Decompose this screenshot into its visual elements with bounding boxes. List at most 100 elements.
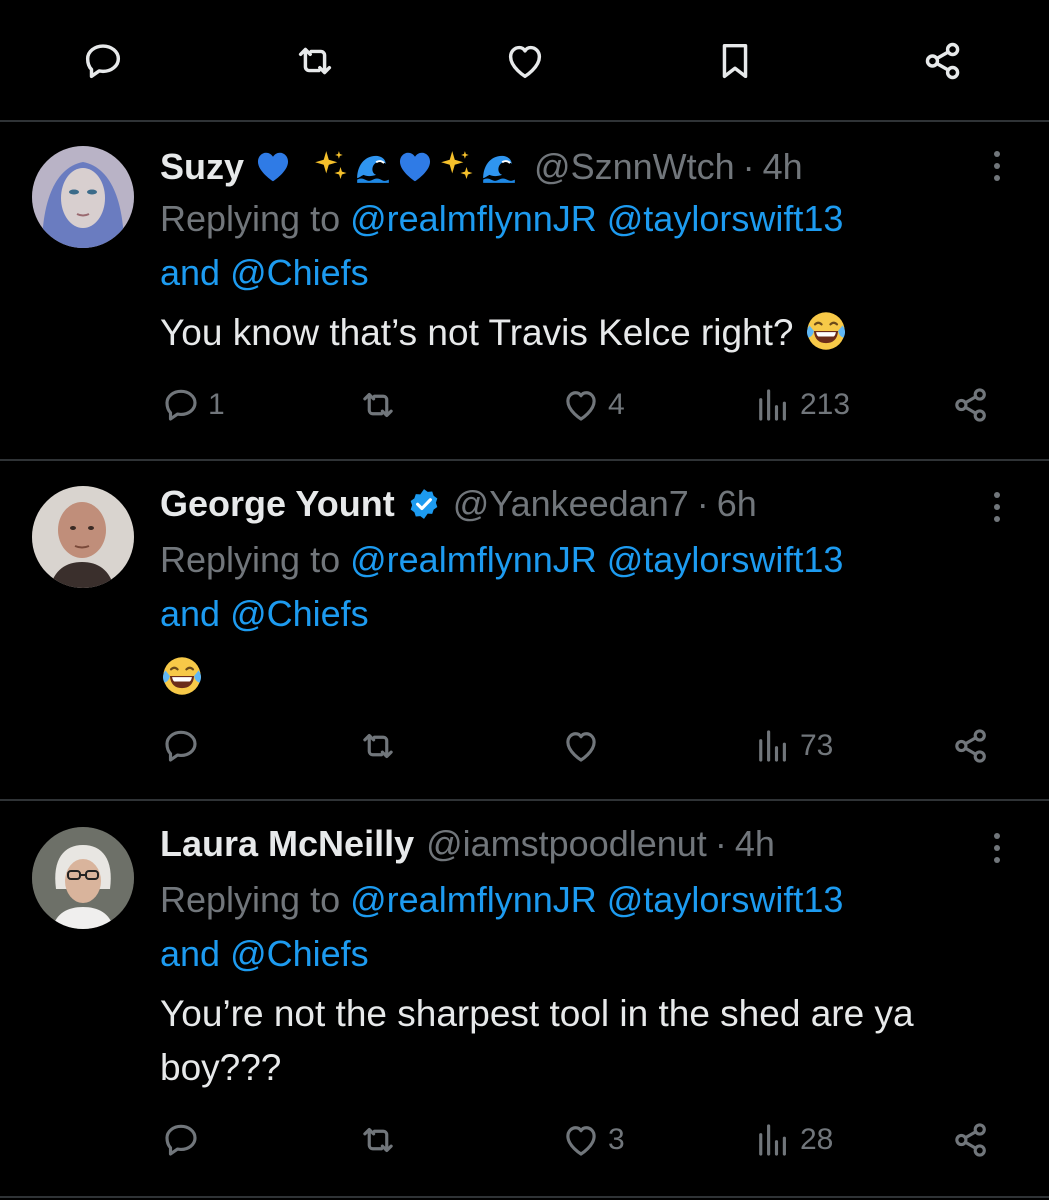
share-icon — [950, 384, 992, 426]
like-button[interactable]: 3 — [560, 1119, 625, 1161]
mention-link[interactable]: @realmflynnJR — [350, 879, 597, 920]
sparkles-icon — [438, 148, 476, 186]
reply-icon — [160, 384, 202, 426]
avatar[interactable] — [32, 827, 134, 929]
blue-heart-icon — [396, 148, 434, 186]
reply-button[interactable] — [160, 725, 202, 767]
bookmark-icon[interactable] — [710, 38, 760, 84]
views-button[interactable]: 28 — [752, 1119, 833, 1161]
tweet-header: Laura McNeilly @iamstpoodlenut · 4h — [160, 821, 775, 867]
tweet-header: George Yount @Yankeedan7 · 6h — [160, 481, 757, 527]
divider — [0, 1196, 1049, 1198]
avatar[interactable] — [32, 146, 134, 248]
handle[interactable]: @SznnWtch — [534, 144, 735, 190]
timestamp[interactable]: 6h — [717, 481, 757, 527]
retweet-icon — [357, 725, 399, 767]
name-emojis — [254, 148, 522, 186]
share-button[interactable] — [950, 725, 992, 767]
tweet-text: You’re not the sharpest tool in the shed… — [160, 987, 1020, 1095]
reply-count: 1 — [208, 388, 225, 421]
and-text: and — [160, 933, 221, 974]
mention-link[interactable]: @Chiefs — [230, 593, 369, 634]
and-text: and — [160, 252, 221, 293]
tweet-text: You know that’s not Travis Kelce right? — [160, 306, 1020, 360]
mention-link[interactable]: @realmflynnJR — [350, 198, 597, 239]
tweet-actions: 1 4 213 — [0, 384, 1049, 434]
reply-icon — [160, 725, 202, 767]
views-icon — [752, 384, 794, 426]
tweet-actions: 3 28 — [0, 1119, 1049, 1169]
mention-link[interactable]: @realmflynnJR — [350, 539, 597, 580]
blue-heart-icon — [254, 148, 292, 186]
mention-link[interactable]: @taylorswift13 — [607, 539, 844, 580]
retweet-button[interactable] — [357, 725, 399, 767]
wave-icon — [480, 148, 518, 186]
share-button[interactable] — [950, 384, 992, 426]
mention-link[interactable]: @Chiefs — [230, 933, 369, 974]
view-count: 73 — [800, 729, 834, 762]
tweet-actions: 73 — [0, 725, 1049, 775]
views-button[interactable]: 73 — [752, 725, 833, 767]
views-icon — [752, 1119, 794, 1161]
retweet-icon — [357, 1119, 399, 1161]
replying-to-label: Replying to — [160, 198, 341, 239]
like-count: 3 — [608, 1123, 625, 1156]
reply-tweet[interactable]: George Yount @Yankeedan7 · 6h Replying t… — [0, 461, 1049, 799]
tweet-text-content: You know that’s not Travis Kelce right? — [160, 312, 794, 353]
tweet-header: Suzy @SznnWtch · 4h — [160, 144, 803, 190]
more-icon[interactable] — [985, 828, 1009, 868]
like-icon — [560, 725, 602, 767]
mention-link[interactable]: @taylorswift13 — [607, 879, 844, 920]
tweet-text — [160, 651, 1020, 705]
views-icon — [752, 725, 794, 767]
reply-button[interactable]: 1 — [160, 384, 225, 426]
like-icon — [560, 384, 602, 426]
timestamp[interactable]: 4h — [735, 821, 775, 867]
laughing-emoji-icon — [160, 654, 204, 698]
sparkles-icon — [312, 148, 350, 186]
handle[interactable]: @Yankeedan7 — [453, 481, 689, 527]
mention-link[interactable]: @Chiefs — [230, 252, 369, 293]
more-icon[interactable] — [985, 146, 1009, 186]
views-button[interactable]: 213 — [752, 384, 850, 426]
reply-tweet[interactable]: Laura McNeilly @iamstpoodlenut · 4h Repl… — [0, 801, 1049, 1191]
replying-to-label: Replying to — [160, 539, 341, 580]
share-button[interactable] — [950, 1119, 992, 1161]
laughing-emoji-icon — [804, 309, 848, 353]
verified-badge-icon — [407, 487, 441, 521]
tweet-text-line: You’re not the sharpest tool in the shed… — [160, 993, 914, 1034]
mention-link[interactable]: @taylorswift13 — [607, 198, 844, 239]
separator: · — [696, 483, 709, 524]
replying-to: Replying to @realmflynnJR @taylorswift13… — [160, 533, 980, 641]
replying-to: Replying to @realmflynnJR @taylorswift13… — [160, 192, 980, 300]
separator: · — [714, 823, 727, 864]
like-button[interactable] — [560, 725, 602, 767]
display-name[interactable]: Suzy — [160, 144, 244, 190]
replying-to-label: Replying to — [160, 879, 341, 920]
tweet-text-line: boy??? — [160, 1047, 282, 1088]
view-count: 28 — [800, 1123, 834, 1156]
timestamp[interactable]: 4h — [763, 144, 803, 190]
like-icon[interactable] — [500, 38, 550, 84]
share-icon — [950, 725, 992, 767]
reply-tweet[interactable]: Suzy @SznnWtch · 4h Replying to @realmfl… — [0, 122, 1049, 460]
display-name[interactable]: George Yount — [160, 481, 395, 527]
like-count: 4 — [608, 388, 625, 421]
share-icon — [950, 1119, 992, 1161]
and-text: and — [160, 593, 221, 634]
reply-icon[interactable] — [78, 38, 128, 84]
reply-button[interactable] — [160, 1119, 202, 1161]
separator: · — [742, 146, 755, 187]
handle[interactable]: @iamstpoodlenut — [426, 821, 707, 867]
share-icon[interactable] — [918, 38, 968, 84]
retweet-button[interactable] — [357, 384, 399, 426]
retweet-icon — [357, 384, 399, 426]
display-name[interactable]: Laura McNeilly — [160, 821, 414, 867]
retweet-icon[interactable] — [290, 38, 340, 84]
like-button[interactable]: 4 — [560, 384, 625, 426]
view-count: 213 — [800, 388, 851, 421]
avatar[interactable] — [32, 486, 134, 588]
more-icon[interactable] — [985, 487, 1009, 527]
retweet-button[interactable] — [357, 1119, 399, 1161]
replying-to: Replying to @realmflynnJR @taylorswift13… — [160, 873, 980, 981]
